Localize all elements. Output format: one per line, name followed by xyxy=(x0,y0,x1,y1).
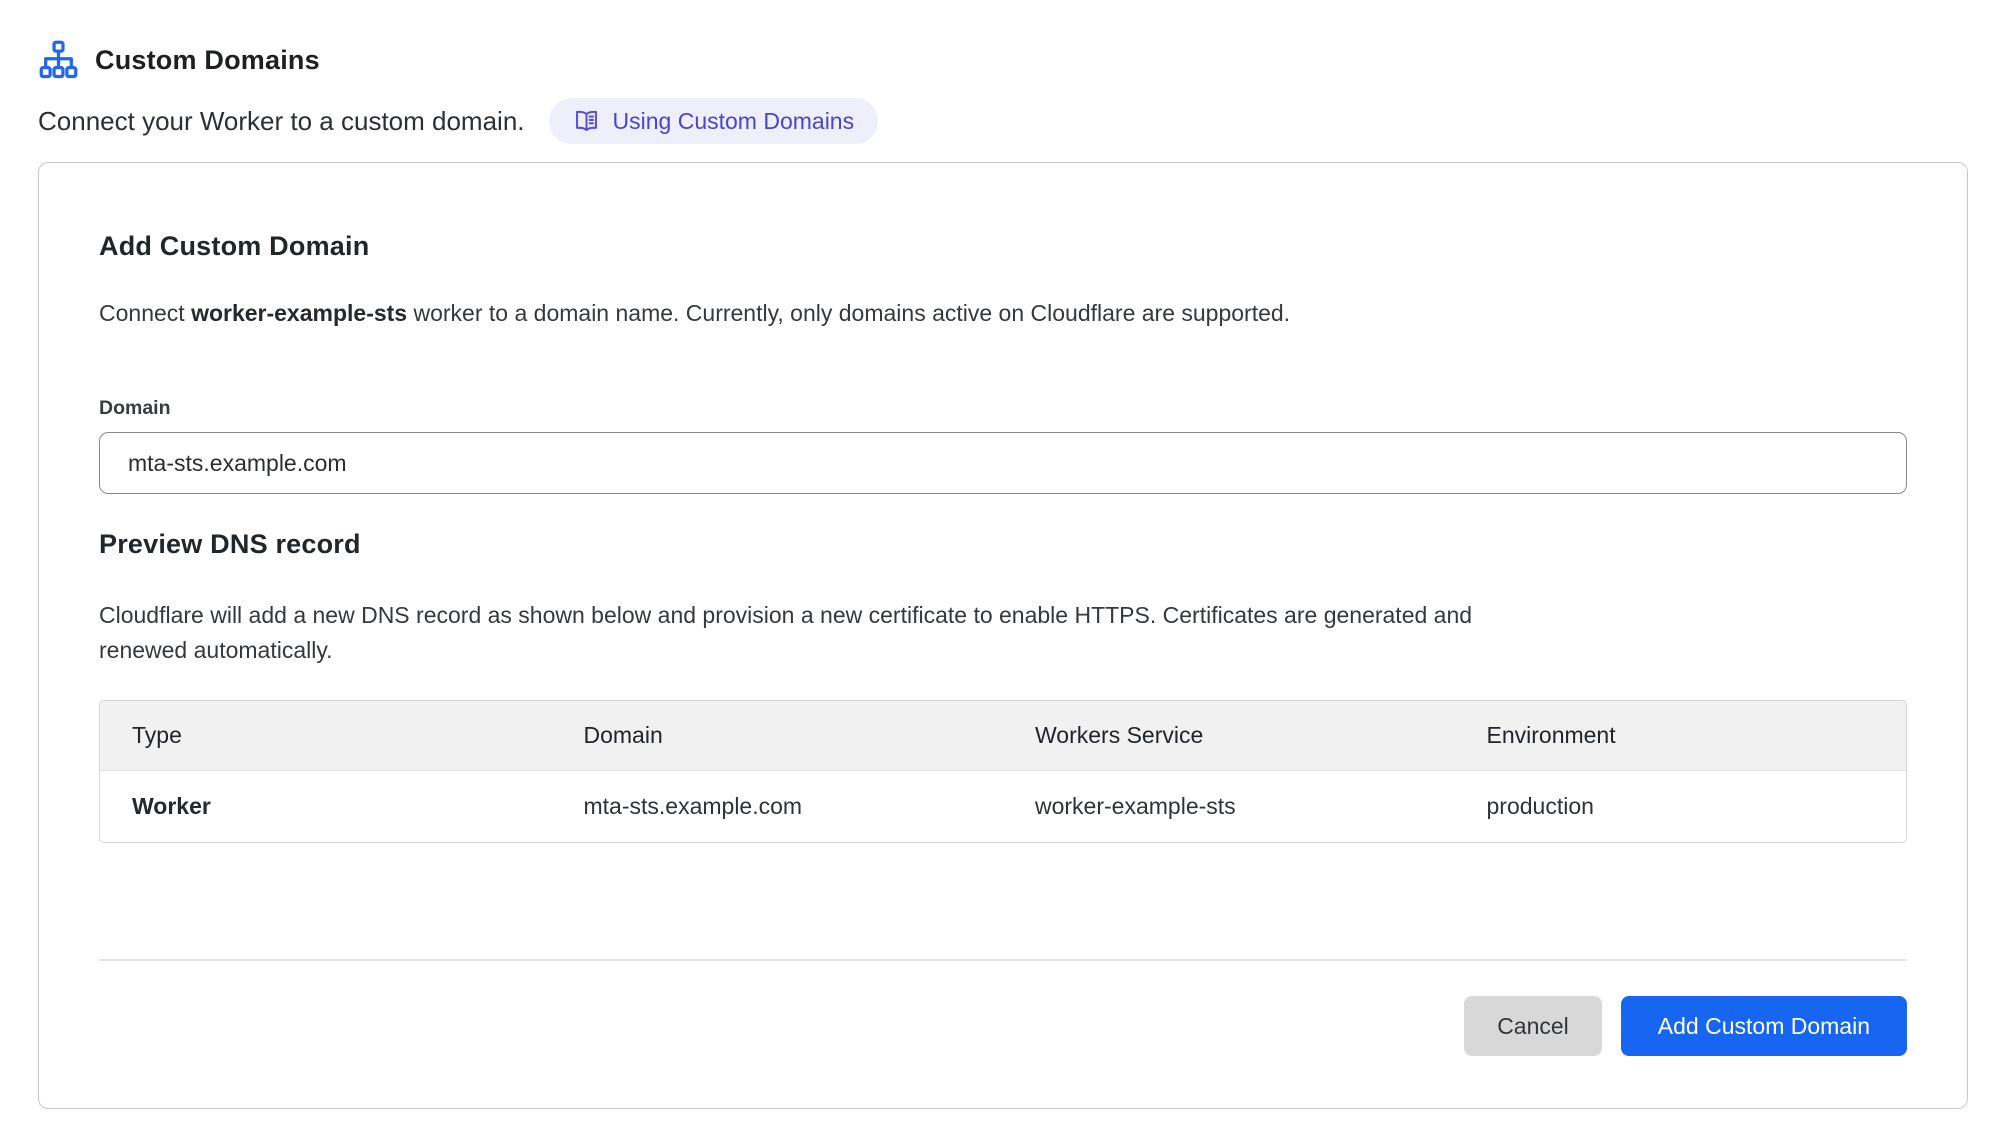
add-custom-domain-button[interactable]: Add Custom Domain xyxy=(1621,996,1907,1056)
page-title: Custom Domains xyxy=(95,45,320,76)
page-header: Custom Domains Connect your Worker to a … xyxy=(38,38,1961,144)
footer-actions: Cancel Add Custom Domain xyxy=(99,996,1907,1056)
cell-domain: mta-sts.example.com xyxy=(552,771,1004,842)
column-header-domain: Domain xyxy=(552,701,1004,771)
add-domain-heading: Add Custom Domain xyxy=(99,231,1907,261)
worker-name: worker-example-sts xyxy=(191,300,407,326)
docs-link-badge[interactable]: Using Custom Domains xyxy=(549,98,879,144)
docs-link-label: Using Custom Domains xyxy=(613,108,855,135)
cancel-button[interactable]: Cancel xyxy=(1464,996,1602,1056)
worker-description: Connect worker-example-sts worker to a d… xyxy=(99,299,1907,327)
preview-dns-heading: Preview DNS record xyxy=(99,529,1907,559)
dns-preview-table: Type Domain Workers Service Environment … xyxy=(99,700,1907,843)
column-header-type: Type xyxy=(100,701,552,771)
sitemap-icon xyxy=(38,40,79,81)
footer-divider xyxy=(99,959,1907,961)
cell-workers-service: worker-example-sts xyxy=(1003,771,1455,842)
add-custom-domain-card: Add Custom Domain Connect worker-example… xyxy=(38,162,1968,1109)
table-header-row: Type Domain Workers Service Environment xyxy=(100,701,1906,771)
column-header-environment: Environment xyxy=(1455,701,1907,771)
custom-domains-page: Custom Domains Connect your Worker to a … xyxy=(0,0,1999,1109)
table-row: Worker mta-sts.example.com worker-exampl… xyxy=(100,771,1906,842)
page-subtitle: Connect your Worker to a custom domain. xyxy=(38,106,525,137)
cell-environment: production xyxy=(1455,771,1907,842)
open-book-icon xyxy=(573,108,600,135)
domain-label: Domain xyxy=(99,397,1907,420)
cell-type: Worker xyxy=(100,771,552,842)
description-suffix: worker to a domain name. Currently, only… xyxy=(407,300,1290,326)
description-prefix: Connect xyxy=(99,300,191,326)
column-header-workers-service: Workers Service xyxy=(1003,701,1455,771)
domain-input[interactable] xyxy=(99,432,1907,494)
preview-description: Cloudflare will add a new DNS record as … xyxy=(99,598,1549,668)
